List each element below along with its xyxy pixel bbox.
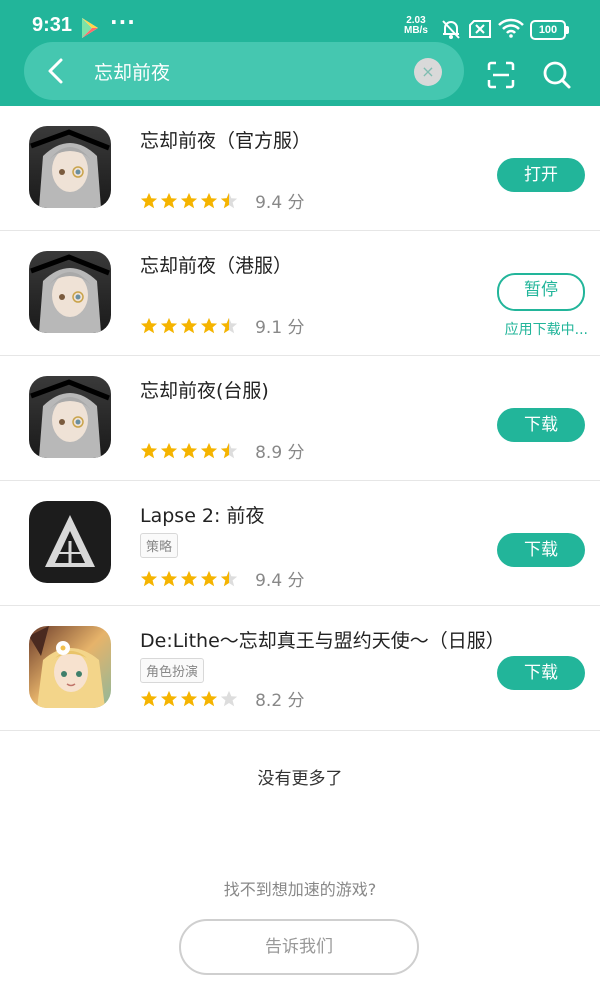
star-icon bbox=[140, 570, 158, 586]
star-icon bbox=[140, 442, 158, 458]
triangle-logo-icon[interactable] bbox=[29, 501, 111, 583]
download-status: 应用下载中... bbox=[504, 322, 588, 338]
anime-portrait-icon[interactable] bbox=[29, 126, 111, 208]
open-button[interactable]: 打开 bbox=[497, 158, 585, 192]
search-bar[interactable]: 忘却前夜 × bbox=[24, 42, 464, 100]
search-results-list: 忘却前夜（官方服） 9.4 分 打开 忘却前夜（港服） 9.1 分 暂停 应用下… bbox=[0, 106, 600, 731]
list-item[interactable]: 忘却前夜(台服) 8.9 分 下载 bbox=[0, 356, 600, 481]
star-icon bbox=[200, 317, 218, 333]
star-icon bbox=[200, 192, 218, 208]
wifi-icon bbox=[498, 18, 524, 38]
bell-muted-icon bbox=[442, 20, 460, 39]
tell-us-button[interactable]: 告诉我们 bbox=[179, 919, 419, 975]
net-speed: 2.03 MB/s bbox=[404, 16, 428, 36]
pause-button[interactable]: 暂停 bbox=[497, 273, 585, 311]
list-item[interactable]: 忘却前夜（官方服） 9.4 分 打开 bbox=[0, 106, 600, 231]
net-speed-unit: MB/s bbox=[404, 25, 428, 36]
category-tag: 策略 bbox=[140, 533, 179, 558]
star-icon bbox=[180, 442, 198, 458]
play-store-icon bbox=[82, 18, 98, 38]
half-star-icon bbox=[220, 570, 238, 586]
star-icon bbox=[160, 192, 178, 208]
battery-indicator: 100 bbox=[530, 20, 569, 40]
anime-portrait-icon[interactable] bbox=[29, 251, 111, 333]
star-icon bbox=[200, 442, 218, 458]
score: 8.9 分 bbox=[255, 443, 305, 463]
score: 9.1 分 bbox=[255, 318, 305, 338]
back-arrow-icon[interactable] bbox=[44, 57, 68, 85]
app-name[interactable]: 忘却前夜(台服) bbox=[140, 376, 269, 403]
score: 9.4 分 bbox=[255, 193, 305, 213]
search-icon[interactable] bbox=[542, 60, 572, 90]
star-icon bbox=[140, 317, 158, 333]
star-icon bbox=[140, 690, 158, 706]
clear-search-button[interactable]: × bbox=[414, 58, 442, 86]
rating: 9.1 分 bbox=[140, 313, 305, 338]
app-name[interactable]: 忘却前夜（官方服） bbox=[140, 126, 311, 153]
half-star-icon bbox=[220, 317, 238, 333]
list-item[interactable]: De:Lithe～忘却真王与盟约天使～（日服） 角色扮演 8.2 分 下载 bbox=[0, 606, 600, 731]
download-button[interactable]: 下载 bbox=[497, 408, 585, 442]
star-icon bbox=[180, 317, 198, 333]
end-of-list-text: 没有更多了 bbox=[257, 769, 343, 789]
download-button[interactable]: 下载 bbox=[497, 533, 585, 567]
sim-disabled-icon bbox=[469, 20, 491, 38]
list-item[interactable]: 忘却前夜（港服） 9.1 分 暂停 应用下载中... bbox=[0, 231, 600, 356]
star-icon bbox=[160, 570, 178, 586]
anime-portrait-icon[interactable] bbox=[29, 376, 111, 458]
star-icon bbox=[180, 192, 198, 208]
status-bar: 9:31 ··· 2.03 MB/s 100 bbox=[0, 0, 600, 44]
rating: 8.2 分 bbox=[140, 686, 305, 711]
star-icon bbox=[200, 570, 218, 586]
status-time: 9:31 bbox=[32, 14, 73, 36]
rating: 9.4 分 bbox=[140, 188, 305, 213]
app-name[interactable]: Lapse 2: 前夜 bbox=[140, 501, 264, 528]
half-star-icon bbox=[220, 192, 238, 208]
rating: 9.4 分 bbox=[140, 566, 305, 591]
star-icon bbox=[200, 690, 218, 706]
half-star-icon bbox=[220, 442, 238, 458]
not-found-hint: 找不到想加速的游戏? bbox=[223, 880, 377, 899]
star-icon bbox=[160, 690, 178, 706]
score: 9.4 分 bbox=[255, 571, 305, 591]
rating: 8.9 分 bbox=[140, 438, 305, 463]
download-button[interactable]: 下载 bbox=[497, 656, 585, 690]
search-input[interactable]: 忘却前夜 bbox=[94, 58, 170, 85]
category-tag: 角色扮演 bbox=[140, 658, 205, 683]
star-icon bbox=[160, 442, 178, 458]
anime-girl-icon[interactable] bbox=[29, 626, 111, 708]
star-icon bbox=[180, 570, 198, 586]
star-icon bbox=[160, 317, 178, 333]
app-name[interactable]: De:Lithe～忘却真王与盟约天使～（日服） bbox=[140, 626, 505, 653]
star-icon bbox=[140, 192, 158, 208]
app-name[interactable]: 忘却前夜（港服） bbox=[140, 251, 292, 278]
empty-star-icon bbox=[220, 690, 238, 706]
more-notifications: ··· bbox=[110, 10, 136, 34]
list-item[interactable]: Lapse 2: 前夜 策略 9.4 分 下载 bbox=[0, 481, 600, 606]
scan-icon[interactable] bbox=[486, 60, 516, 90]
star-icon bbox=[180, 690, 198, 706]
header: 9:31 ··· 2.03 MB/s 100 忘却前夜 × bbox=[0, 0, 600, 106]
score: 8.2 分 bbox=[255, 691, 305, 711]
